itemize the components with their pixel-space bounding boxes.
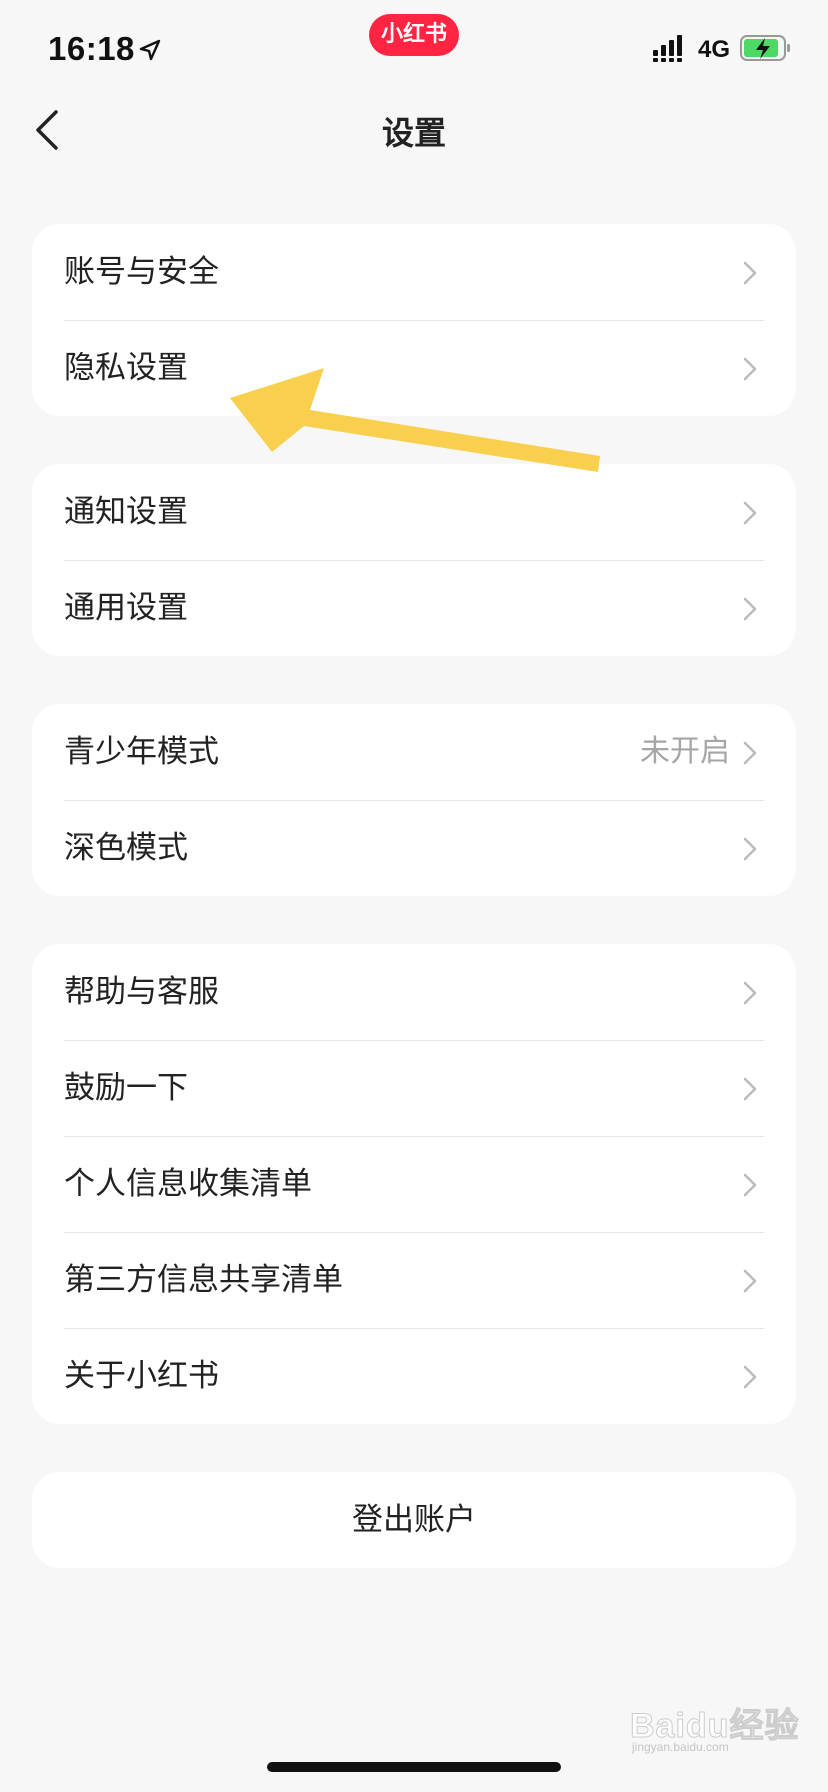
status-time: 16:18 <box>48 30 135 67</box>
status-bar: 16:18 小红书 4G <box>0 0 828 100</box>
row-encourage[interactable]: 鼓励一下 <box>32 1040 796 1136</box>
logout-button[interactable]: 登出账户 <box>32 1472 796 1568</box>
chevron-right-icon <box>743 261 757 285</box>
row-notification-settings[interactable]: 通知设置 <box>32 464 796 560</box>
settings-group-about: 帮助与客服 鼓励一下 个人信息收集清单 第三方信息共享清单 关于小红书 <box>32 944 796 1424</box>
chevron-right-icon <box>743 597 757 621</box>
home-indicator <box>267 1762 561 1772</box>
chevron-right-icon <box>743 1269 757 1293</box>
chevron-right-icon <box>743 837 757 861</box>
row-account-security[interactable]: 账号与安全 <box>32 224 796 320</box>
row-privacy-settings[interactable]: 隐私设置 <box>32 320 796 416</box>
app-badge: 小红书 <box>369 14 459 56</box>
logout-label: 登出账户 <box>352 1502 476 1538</box>
settings-group-account: 账号与安全 隐私设置 <box>32 224 796 416</box>
row-help-support[interactable]: 帮助与客服 <box>32 944 796 1040</box>
row-label: 鼓励一下 <box>64 1070 188 1106</box>
chevron-right-icon <box>743 1173 757 1197</box>
row-label: 隐私设置 <box>64 350 188 386</box>
row-label: 通知设置 <box>64 494 188 530</box>
row-label: 通用设置 <box>64 590 188 626</box>
chevron-right-icon <box>743 1077 757 1101</box>
location-arrow-icon <box>139 39 161 61</box>
row-about-xiaohongshu[interactable]: 关于小红书 <box>32 1328 796 1424</box>
row-label: 关于小红书 <box>64 1358 219 1394</box>
row-teen-mode[interactable]: 青少年模式 未开启 <box>32 704 796 800</box>
row-label: 账号与安全 <box>64 254 219 290</box>
settings-group-modes: 青少年模式 未开启 深色模式 <box>32 704 796 896</box>
watermark-sub: jingyan.baidu.com <box>632 1740 729 1754</box>
row-general-settings[interactable]: 通用设置 <box>32 560 796 656</box>
row-personal-info-list[interactable]: 个人信息收集清单 <box>32 1136 796 1232</box>
chevron-right-icon <box>743 1365 757 1389</box>
settings-group-notification: 通知设置 通用设置 <box>32 464 796 656</box>
network-label: 4G <box>698 36 731 63</box>
row-label: 青少年模式 <box>64 734 219 770</box>
chevron-right-icon <box>743 357 757 381</box>
row-label: 帮助与客服 <box>64 974 219 1010</box>
row-label: 第三方信息共享清单 <box>64 1262 343 1298</box>
signal-bars-icon <box>653 35 682 62</box>
baidu-watermark: Baidu经验 jingyan.baidu.com <box>629 1690 800 1760</box>
page-title: 设置 <box>381 114 446 152</box>
chevron-right-icon <box>743 981 757 1005</box>
row-label: 深色模式 <box>64 830 188 866</box>
chevron-right-icon <box>743 501 757 525</box>
row-third-party-sharing-list[interactable]: 第三方信息共享清单 <box>32 1232 796 1328</box>
battery-charging-icon <box>740 35 790 61</box>
row-value: 未开启 <box>640 734 730 769</box>
nav-bar: 设置 <box>0 100 828 160</box>
row-label: 个人信息收集清单 <box>64 1166 312 1202</box>
logout-group: 登出账户 <box>32 1472 796 1568</box>
chevron-right-icon <box>743 741 757 765</box>
row-dark-mode[interactable]: 深色模式 <box>32 800 796 896</box>
